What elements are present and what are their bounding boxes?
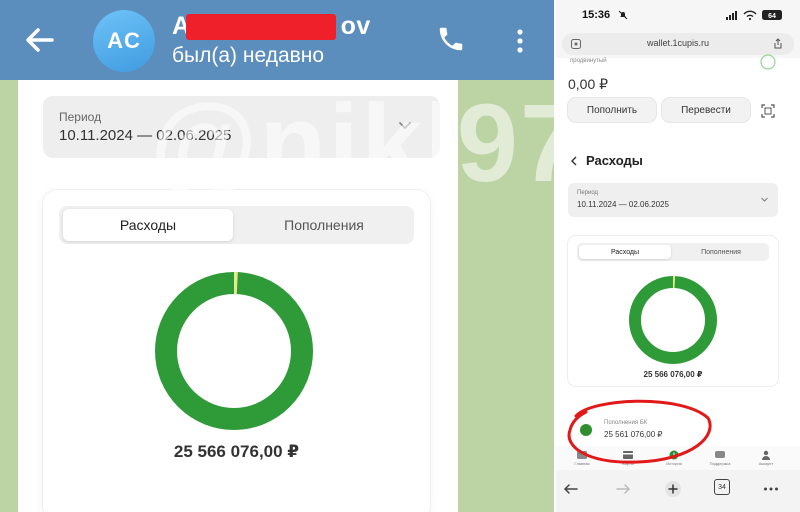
chat-header: AC Aov был(а) недавно: [0, 0, 554, 80]
tab-deposits[interactable]: Пополнения: [675, 245, 767, 259]
wallet-balance: 0,00 ₽: [568, 76, 609, 92]
tab-expenses[interactable]: Расходы: [63, 209, 233, 241]
browser-toolbar: 34: [556, 470, 800, 512]
system-icons: 64: [726, 10, 782, 21]
more-horizontal-icon[interactable]: [762, 480, 780, 498]
chat-icon: [715, 451, 725, 458]
chevron-left-icon[interactable]: [570, 156, 578, 166]
period-value: 10.11.2024 — 02.06.2025: [59, 127, 232, 144]
segmented-control: Расходы Пополнения: [59, 206, 414, 244]
period-label: Период: [59, 110, 102, 124]
period-value: 10.11.2024 — 02.06.2025: [577, 200, 669, 209]
donut-slice-main: [629, 276, 717, 364]
more-vertical-icon[interactable]: [510, 26, 530, 56]
chevron-down-icon: [399, 122, 411, 130]
share-icon[interactable]: [772, 38, 784, 50]
chart-card: Расходы Пополнения 25 566 076,00 ₽: [43, 190, 430, 512]
chart-card: Расходы Пополнения 25 566 076,00 ₽: [568, 236, 778, 386]
redaction-mark: [186, 14, 336, 40]
contact-status: был(а) недавно: [172, 44, 325, 67]
tabs-count-button[interactable]: 34: [714, 479, 730, 495]
user-icon: [762, 450, 770, 460]
signal-icon: [726, 11, 737, 20]
wallet-card: Период 10.11.2024 — 02.06.2025 Расходы П…: [18, 80, 458, 512]
period-label: Период: [577, 190, 599, 196]
wallet-page: продвинутый 0,00 ₽ Пополнить Перевести Р…: [556, 54, 800, 470]
contact-name: Aov: [172, 12, 371, 42]
account-level-text: продвинутый: [570, 58, 607, 64]
donut-slice-main: [155, 272, 313, 430]
battery-level: 64: [768, 13, 776, 20]
avatar[interactable]: AC: [93, 10, 155, 72]
donut-chart: [629, 276, 717, 364]
phone-icon[interactable]: [436, 24, 466, 54]
wifi-icon: [743, 10, 757, 18]
address-bar[interactable]: wallet.1cupis.ru: [562, 33, 794, 55]
status-time: 15:36: [582, 9, 611, 21]
tab-expenses[interactable]: Расходы: [579, 245, 671, 259]
transfer-button[interactable]: Перевести: [662, 98, 750, 122]
bell-off-icon: [618, 10, 628, 20]
new-tab-icon[interactable]: [664, 480, 682, 498]
forward-arrow-icon[interactable]: [614, 480, 632, 498]
contact-name-end: ov: [340, 12, 371, 40]
period-selector[interactable]: Период 10.11.2024 — 02.06.2025: [43, 96, 440, 158]
back-arrow-icon[interactable]: [562, 480, 580, 498]
chevron-down-icon: [761, 197, 768, 202]
tab-account[interactable]: Аккаунт: [748, 448, 784, 468]
deposit-button[interactable]: Пополнить: [568, 98, 656, 122]
total-amount: 25 566 076,00 ₽: [643, 370, 703, 379]
period-selector[interactable]: Период 10.11.2024 — 02.06.2025: [568, 183, 778, 217]
donut-chart: [155, 272, 313, 430]
back-arrow-icon[interactable]: [22, 22, 58, 58]
total-amount: 25 566 076,00 ₽: [173, 442, 300, 461]
url-text: wallet.1cupis.ru: [646, 38, 710, 48]
tab-deposits[interactable]: Пополнения: [239, 209, 409, 241]
status-bar: 15:36 64: [556, 0, 800, 30]
chat-screenshot-panel: AC Aov был(а) недавно Период 10.11.2024 …: [0, 0, 554, 512]
status-check-icon: [760, 54, 776, 70]
segmented-control: Расходы Пополнения: [577, 243, 769, 261]
red-circle-annotation: [567, 399, 712, 464]
qr-scan-icon[interactable]: [761, 104, 775, 118]
phone-screenshot-panel: 15:36 64 wallet.1cupis.ru продвинутый 0,…: [556, 0, 800, 512]
section-title: Расходы: [586, 153, 643, 168]
